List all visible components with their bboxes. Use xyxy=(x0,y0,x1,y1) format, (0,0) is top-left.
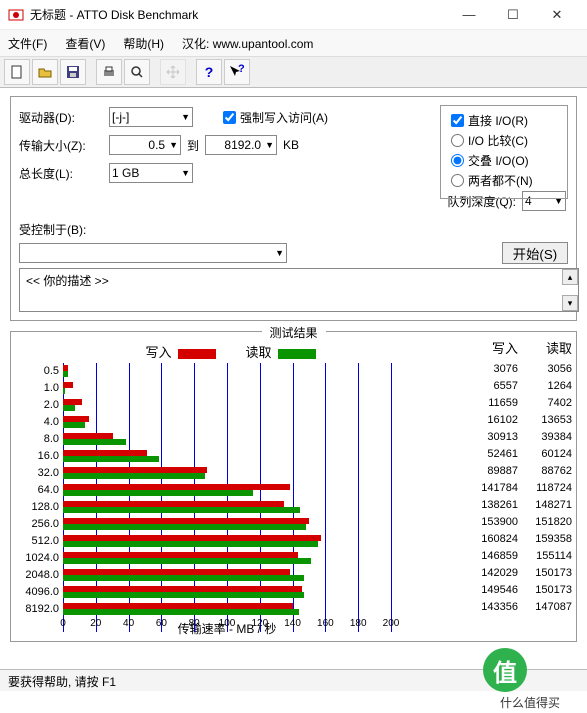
neither-radio[interactable]: 两者都不(N) xyxy=(451,172,557,189)
table-row: 3091339384 xyxy=(464,429,572,446)
context-help-button[interactable]: ? xyxy=(224,59,250,85)
menu-help[interactable]: 帮助(H) xyxy=(123,35,164,52)
move-button xyxy=(160,59,186,85)
table-row: 143356147087 xyxy=(464,599,572,616)
table-row: 160824159358 xyxy=(464,531,572,548)
io-compare-radio[interactable]: I/O 比较(C) xyxy=(451,132,557,149)
chart-x-axis: 020406080100120140160180200 xyxy=(63,618,391,632)
new-button[interactable] xyxy=(4,59,30,85)
controlled-by-select[interactable]: ▼ xyxy=(19,243,287,263)
legend-write-label: 写入 xyxy=(145,345,171,360)
menubar: 文件(F) 查看(V) 帮助(H) 汉化: www.upantool.com xyxy=(0,30,587,56)
close-button[interactable]: ✕ xyxy=(535,1,579,29)
io-mode-group: 直接 I/O(R) I/O 比较(C) 交叠 I/O(O) 两者都不(N) xyxy=(440,105,568,199)
print-button[interactable] xyxy=(96,59,122,85)
toolbar: ? ? xyxy=(0,56,587,88)
table-row: 1610213653 xyxy=(464,412,572,429)
help-button[interactable]: ? xyxy=(196,59,222,85)
scroll-up-button[interactable]: ▴ xyxy=(562,269,578,285)
description-textbox[interactable]: << 你的描述 >> ▴ ▾ xyxy=(19,268,579,312)
legend-read-label: 读取 xyxy=(246,345,272,360)
watermark: 值 什么值得买 xyxy=(475,648,585,711)
size-from-select[interactable]: 0.5▼ xyxy=(109,135,181,155)
results-panel: 测试结果 写入 读取 0.51.02.04.08.016.032.064.012… xyxy=(10,331,577,642)
watermark-icon: 值 xyxy=(483,648,527,692)
start-button[interactable]: 开始(S) xyxy=(502,242,568,264)
data-table: 写入 读取 3076305665571264116597402161021365… xyxy=(464,338,572,637)
chart-legend: 写入 读取 xyxy=(15,342,446,361)
direct-io-checkbox[interactable]: 直接 I/O(R) xyxy=(451,112,557,129)
size-to-select[interactable]: 8192.0▼ xyxy=(205,135,277,155)
col-write-header: 写入 xyxy=(464,338,518,357)
table-row: 30763056 xyxy=(464,361,572,378)
table-row: 65571264 xyxy=(464,378,572,395)
transfer-size-label: 传输大小(Z): xyxy=(19,137,103,154)
svg-text:?: ? xyxy=(238,64,245,75)
kb-label: KB xyxy=(283,138,299,152)
table-row: 141784118724 xyxy=(464,480,572,497)
watermark-text: 什么值得买 xyxy=(475,694,585,711)
translation-label: 汉化: www.upantool.com xyxy=(182,35,313,52)
minimize-button[interactable]: — xyxy=(447,1,491,29)
table-row: 8988788762 xyxy=(464,463,572,480)
translation-link[interactable]: www.upantool.com xyxy=(213,37,314,51)
length-select[interactable]: 1 GB▼ xyxy=(109,163,193,183)
settings-panel: 驱动器(D): [-j-]▼ 强制写入访问(A) 传输大小(Z): 0.5▼ 到… xyxy=(10,96,577,321)
length-label: 总长度(L): xyxy=(19,165,103,182)
table-row: 5246160124 xyxy=(464,446,572,463)
titlebar: 无标题 - ATTO Disk Benchmark — ☐ ✕ xyxy=(0,0,587,30)
open-button[interactable] xyxy=(32,59,58,85)
table-row: 149546150173 xyxy=(464,582,572,599)
maximize-button[interactable]: ☐ xyxy=(491,1,535,29)
menu-file[interactable]: 文件(F) xyxy=(8,35,47,52)
chart-plot: 020406080100120140160180200 xyxy=(63,363,391,618)
table-row: 146859155114 xyxy=(464,548,572,565)
drive-label: 驱动器(D): xyxy=(19,109,103,126)
save-button[interactable] xyxy=(60,59,86,85)
col-read-header: 读取 xyxy=(518,338,572,357)
table-row: 153900151820 xyxy=(464,514,572,531)
table-row: 116597402 xyxy=(464,395,572,412)
window-title: 无标题 - ATTO Disk Benchmark xyxy=(30,6,447,23)
force-write-checkbox[interactable]: 强制写入访问(A) xyxy=(223,109,328,126)
overlap-io-radio[interactable]: 交叠 I/O(O) xyxy=(451,152,557,169)
scroll-down-button[interactable]: ▾ xyxy=(562,295,578,311)
chart-y-labels: 0.51.02.04.08.016.032.064.0128.0256.0512… xyxy=(15,363,63,618)
table-row: 138261148271 xyxy=(464,497,572,514)
app-icon xyxy=(8,7,24,23)
table-row: 142029150173 xyxy=(464,565,572,582)
to-label: 到 xyxy=(187,137,199,154)
preview-button[interactable] xyxy=(124,59,150,85)
menu-view[interactable]: 查看(V) xyxy=(65,35,105,52)
results-title: 测试结果 xyxy=(261,324,325,341)
drive-select[interactable]: [-j-]▼ xyxy=(109,107,193,127)
controlled-by-label: 受控制于(B): xyxy=(19,221,86,238)
